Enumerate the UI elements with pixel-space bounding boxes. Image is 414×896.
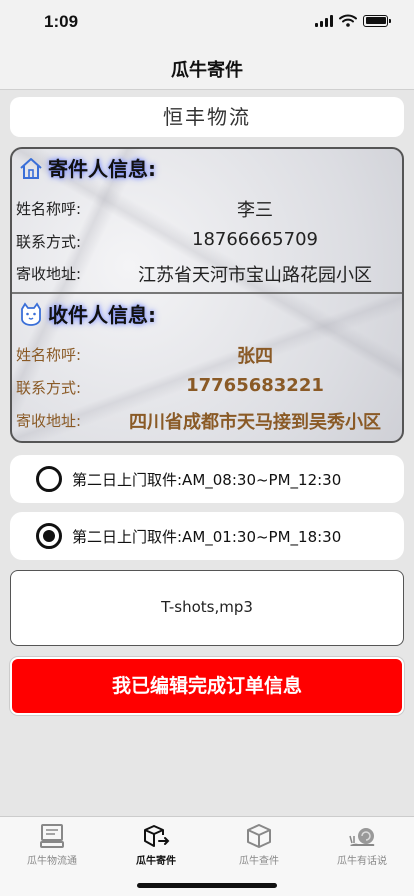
- pickup-option-label: 第二日上门取件:AM_08:30~PM_12:30: [72, 471, 342, 489]
- pickup-option-2[interactable]: 第二日上门取件:AM_01:30~PM_18:30: [10, 512, 404, 560]
- receiver-name-row: 姓名称呼: 张四: [12, 342, 402, 368]
- sender-name-row: 姓名称呼: 李三: [12, 196, 402, 222]
- status-bar: 1:09: [0, 0, 414, 44]
- receiver-phone[interactable]: 17765683221: [112, 375, 398, 396]
- sender-header: 寄件人信息:: [18, 153, 156, 182]
- receiver-address-row: 寄收地址: 四川省成都市天马接到吴秀小区: [12, 408, 402, 434]
- radio-button-selected[interactable]: [36, 523, 62, 549]
- tab-track[interactable]: 瓜牛查件: [207, 821, 311, 867]
- cat-icon: [21, 301, 41, 326]
- nav-bar: 瓜牛寄件: [0, 44, 414, 90]
- sender-address-row: 寄收地址: 江苏省天河市宝山路花园小区: [12, 261, 402, 287]
- tab-label: 瓜牛有话说: [337, 856, 387, 867]
- address-info-card: 寄件人信息: 姓名称呼: 李三 联系方式: 18766665709 寄收地址: …: [10, 147, 404, 443]
- battery-icon: [363, 14, 391, 27]
- receiver-header: 收件人信息:: [18, 299, 156, 328]
- tab-label: 瓜牛查件: [239, 856, 279, 867]
- snail-icon: [349, 828, 375, 846]
- section-divider: [12, 292, 402, 294]
- tab-send[interactable]: 瓜牛寄件: [104, 821, 208, 867]
- tab-label: 瓜牛物流通: [27, 856, 77, 867]
- receiver-phone-label: 联系方式:: [16, 379, 82, 397]
- computer-icon: [40, 824, 64, 848]
- radio-button[interactable]: [36, 466, 62, 492]
- sender-name-label: 姓名称呼:: [16, 200, 82, 218]
- sender-name[interactable]: 李三: [112, 196, 398, 222]
- sender-phone[interactable]: 18766665709: [112, 229, 398, 250]
- courier-company[interactable]: 恒丰物流: [10, 97, 404, 137]
- status-time: 1:09: [44, 12, 79, 31]
- sender-address-label: 寄收地址:: [16, 265, 82, 283]
- items-remark-field[interactable]: T-shots,mp3: [10, 570, 404, 646]
- box-icon: [247, 824, 271, 848]
- home-indicator: [137, 883, 277, 888]
- wifi-icon: [339, 14, 357, 27]
- home-icon: [20, 157, 42, 179]
- page-title: 瓜牛寄件: [171, 60, 243, 81]
- status-icons: [315, 14, 391, 27]
- box-send-icon: [144, 825, 170, 847]
- receiver-phone-row: 联系方式: 17765683221: [12, 375, 402, 399]
- receiver-name[interactable]: 张四: [112, 342, 398, 368]
- tab-label: 瓜牛寄件: [136, 856, 176, 867]
- pickup-option-1[interactable]: 第二日上门取件:AM_08:30~PM_12:30: [10, 455, 404, 503]
- sender-title: 寄件人信息:: [48, 157, 156, 181]
- receiver-address[interactable]: 四川省成都市天马接到吴秀小区: [112, 408, 398, 434]
- receiver-address-label: 寄收地址:: [16, 412, 82, 430]
- sender-phone-label: 联系方式:: [16, 233, 82, 251]
- receiver-name-label: 姓名称呼:: [16, 346, 82, 364]
- sender-address[interactable]: 江苏省天河市宝山路花园小区: [112, 261, 398, 287]
- signal-icon: [315, 14, 333, 27]
- tab-talk[interactable]: 瓜牛有话说: [310, 821, 414, 867]
- sender-phone-row: 联系方式: 18766665709: [12, 229, 402, 253]
- receiver-title: 收件人信息:: [48, 303, 156, 327]
- submit-order-button[interactable]: 我已编辑完成订单信息: [10, 657, 404, 715]
- pickup-option-label: 第二日上门取件:AM_01:30~PM_18:30: [72, 528, 342, 546]
- tab-logistics[interactable]: 瓜牛物流通: [0, 821, 104, 867]
